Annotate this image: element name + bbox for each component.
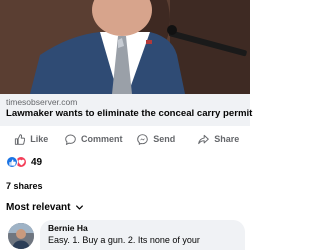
reaction-count: 49: [31, 156, 43, 168]
sort-label: Most relevant: [6, 202, 71, 213]
profile-photo: [8, 223, 34, 249]
comment-label: Comment: [80, 134, 123, 144]
thumbs-up-icon: [15, 133, 26, 145]
comment-item: Bernie Ha Easy. 1. Buy a gun. 2. Its non…: [6, 218, 250, 250]
send-button[interactable]: Send: [125, 128, 188, 150]
link-preview[interactable]: timesobserver.com Lawmaker wants to elim…: [0, 94, 252, 126]
comment-author[interactable]: Bernie Ha: [48, 223, 88, 233]
like-label: Like: [30, 134, 49, 144]
comment-icon: [65, 134, 76, 145]
comment-sort-dropdown[interactable]: Most relevant: [6, 202, 84, 213]
post-action-bar: Like Comment Send Share: [0, 128, 250, 150]
reactions-summary[interactable]: 49: [6, 155, 42, 169]
post-photo[interactable]: [0, 0, 250, 94]
share-button[interactable]: Share: [188, 128, 251, 150]
link-domain: timesobserver.com: [6, 97, 78, 107]
messenger-icon: [137, 133, 149, 145]
share-icon: [198, 134, 210, 144]
send-label: Send: [153, 134, 176, 144]
photo-illustration: [0, 0, 250, 94]
like-reaction-icon: [6, 156, 18, 168]
link-headline[interactable]: Lawmaker wants to eliminate the conceal …: [6, 108, 252, 119]
comment-text: Easy. 1. Buy a gun. 2. Its none of your: [48, 235, 200, 245]
comment-bubble[interactable]: Bernie Ha Easy. 1. Buy a gun. 2. Its non…: [40, 220, 245, 250]
avatar[interactable]: [8, 223, 34, 249]
like-button[interactable]: Like: [0, 128, 63, 150]
comment-button[interactable]: Comment: [63, 128, 126, 150]
share-label: Share: [214, 134, 240, 144]
chevron-down-icon: [76, 205, 84, 210]
share-count[interactable]: 7 shares: [6, 181, 43, 191]
